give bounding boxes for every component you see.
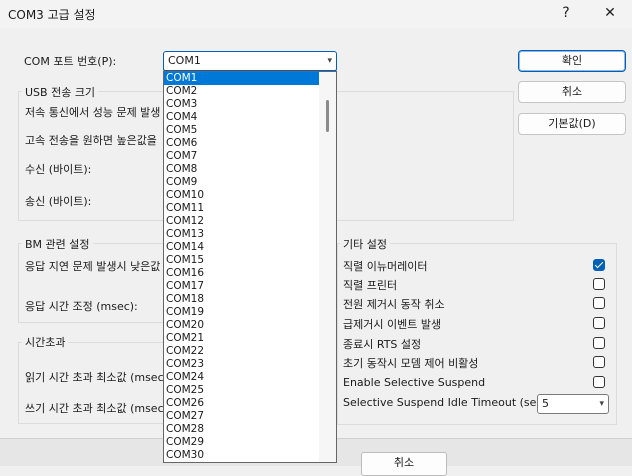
dropdown-option[interactable]: COM1 — [164, 72, 320, 85]
checkbox-serial-enumerator[interactable] — [593, 259, 605, 271]
port-label: COM 포트 번호(P): — [24, 55, 117, 68]
idle-timeout-select[interactable]: 5 ▾ — [537, 394, 609, 414]
dropdown-option[interactable]: COM26 — [164, 397, 320, 410]
dropdown-scroll-thumb[interactable] — [326, 100, 329, 132]
dropdown-option[interactable]: COM17 — [164, 280, 320, 293]
usb-legend: USB 전송 크기 — [22, 84, 99, 100]
port-select[interactable]: COM1 ▾ — [163, 51, 337, 72]
close-button[interactable]: ✕ — [588, 0, 632, 26]
dropdown-option[interactable]: COM9 — [164, 176, 320, 189]
port-dropdown-list[interactable]: COM1 COM2 COM3 COM4 COM5 COM6 COM7 COM8 COM9 COM1… — [163, 71, 337, 463]
bm-legend: BM 관련 설정 — [22, 236, 93, 252]
usb-text-2: 고속 전송을 원하면 높은값을 — [25, 134, 157, 147]
dropdown-scrollbar[interactable] — [319, 72, 336, 462]
idle-timeout-label: Selective Suspend Idle Timeout (secs): — [343, 396, 557, 409]
checkbox-cancel-on-power-off[interactable] — [593, 297, 605, 309]
close-icon: ✕ — [604, 5, 616, 21]
response-timeout-label: 응답 시간 조정 (msec): — [25, 300, 138, 313]
send-label: 송신 (바이트): — [25, 195, 92, 208]
dropdown-option[interactable]: COM29 — [164, 436, 320, 449]
option-label-serial-enumerator: 직렬 이뉴머레이터 — [343, 260, 428, 273]
checkbox-surprise-removal[interactable] — [593, 317, 605, 329]
dropdown-option[interactable]: COM10 — [164, 189, 320, 202]
option-label-serial-printer: 직렬 프린터 — [343, 279, 398, 292]
port-select-value: COM1 — [168, 54, 201, 67]
dropdown-option[interactable]: COM24 — [164, 371, 320, 384]
chevron-down-icon: ▾ — [599, 399, 604, 409]
option-label-selective-suspend: Enable Selective Suspend — [343, 376, 486, 389]
read-timeout-label: 읽기 시간 초과 최소값 (msec — [25, 371, 164, 384]
dropdown-option[interactable]: COM5 — [164, 124, 320, 137]
checkbox-serial-printer[interactable] — [593, 278, 605, 290]
dropdown-option[interactable]: COM18 — [164, 293, 320, 306]
dropdown-option[interactable]: COM7 — [164, 150, 320, 163]
dropdown-option[interactable]: COM11 — [164, 202, 320, 215]
dropdown-option[interactable]: COM15 — [164, 254, 320, 267]
dropdown-option[interactable]: COM28 — [164, 423, 320, 436]
dropdown-option[interactable]: COM16 — [164, 267, 320, 280]
option-label-surprise-removal: 급제거시 이벤트 발생 — [343, 318, 442, 331]
checkbox-disable-modem-ctrl[interactable] — [593, 356, 605, 368]
misc-legend: 기타 설정 — [340, 236, 390, 252]
usb-text-1: 저속 통신에서 성능 문제 발생 — [25, 106, 161, 119]
dropdown-option[interactable]: COM4 — [164, 111, 320, 124]
timeout-legend: 시간초과 — [22, 334, 69, 350]
help-button[interactable]: ? — [544, 0, 588, 26]
idle-timeout-value: 5 — [542, 397, 549, 410]
defaults-button[interactable]: 기본값(D) — [518, 113, 626, 135]
dropdown-option[interactable]: COM30 — [164, 449, 320, 462]
dropdown-option[interactable]: COM6 — [164, 137, 320, 150]
checkbox-set-rts-on-close[interactable] — [593, 337, 605, 349]
bm-text-1: 응답 지연 문제 발생시 낮은값 — [25, 260, 161, 273]
dropdown-option[interactable]: COM3 — [164, 98, 320, 111]
dropdown-option[interactable]: COM13 — [164, 228, 320, 241]
dropdown-option[interactable]: COM27 — [164, 410, 320, 423]
dropdown-option[interactable]: COM2 — [164, 85, 320, 98]
dropdown-option[interactable]: COM14 — [164, 241, 320, 254]
dropdown-option[interactable]: COM20 — [164, 319, 320, 332]
checkbox-selective-suspend[interactable] — [593, 376, 605, 388]
option-label-set-rts-on-close: 종료시 RTS 설정 — [343, 338, 422, 351]
background-cancel-button[interactable]: 취소 — [361, 452, 447, 476]
write-timeout-label: 쓰기 시간 초과 최소값 (msec — [25, 402, 164, 415]
dropdown-option[interactable]: COM22 — [164, 345, 320, 358]
option-label-cancel-on-power-off: 전원 제거시 동작 취소 — [343, 298, 445, 311]
dropdown-option[interactable]: COM19 — [164, 306, 320, 319]
cancel-button[interactable]: 취소 — [518, 81, 626, 103]
dropdown-option[interactable]: COM12 — [164, 215, 320, 228]
receive-label: 수신 (바이트): — [25, 163, 92, 176]
dropdown-option[interactable]: COM23 — [164, 358, 320, 371]
ok-button[interactable]: 확인 — [518, 50, 626, 72]
option-label-disable-modem-ctrl: 초기 동작시 모뎀 제어 비활성 — [343, 357, 479, 370]
dropdown-option[interactable]: COM8 — [164, 163, 320, 176]
dropdown-option[interactable]: COM25 — [164, 384, 320, 397]
window-title: COM3 고급 설정 — [8, 8, 96, 22]
chevron-down-icon: ▾ — [327, 56, 332, 66]
dropdown-option[interactable]: COM21 — [164, 332, 320, 345]
